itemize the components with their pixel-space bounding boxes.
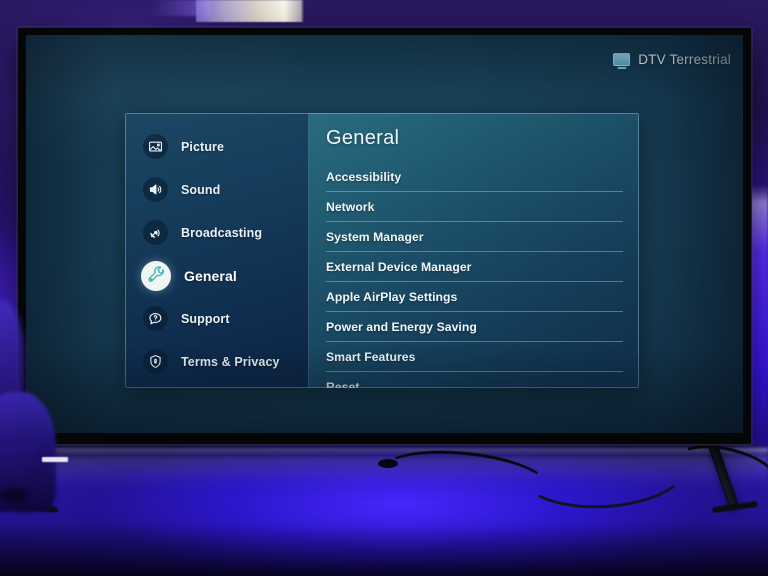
tv-screen: DTV Terrestrial Picture Sound Broadcasti… [26, 35, 743, 433]
option-smart-features[interactable]: Smart Features [326, 342, 623, 372]
desk-foreground-shadow [0, 524, 768, 576]
page-title: General [326, 127, 400, 149]
television: DTV Terrestrial Picture Sound Broadcasti… [17, 27, 752, 445]
top-light-spill [196, 0, 304, 22]
option-system-manager[interactable]: System Manager [326, 222, 623, 252]
sidebar-item-support[interactable]: Support [125, 297, 309, 340]
settings-panel: Picture Sound Broadcasting General Suppo… [125, 113, 639, 388]
sidebar-item-sound[interactable]: Sound [125, 168, 309, 211]
photo-of-tv-scene: DTV Terrestrial Picture Sound Broadcasti… [0, 0, 768, 576]
option-label: External Device Manager [326, 259, 472, 274]
sidebar-item-label: Sound [181, 182, 221, 197]
sidebar-item-label: Picture [181, 139, 225, 154]
settings-sidebar: Picture Sound Broadcasting General Suppo… [125, 113, 309, 388]
sidebar-item-general[interactable]: General [125, 254, 309, 297]
option-power-and-energy-saving[interactable]: Power and Energy Saving [326, 312, 623, 342]
shield-lock-icon [143, 349, 168, 374]
option-accessibility[interactable]: Accessibility [326, 162, 623, 192]
option-label: Accessibility [326, 169, 402, 184]
picture-icon [143, 134, 168, 159]
source-badge: DTV Terrestrial [613, 52, 731, 67]
option-label: Reset [326, 379, 360, 389]
white-reflection-chip [42, 457, 68, 462]
option-reset[interactable]: Reset [326, 372, 623, 389]
option-label: Smart Features [326, 349, 416, 364]
sidebar-item-label: General [184, 267, 237, 284]
option-label: Network [326, 199, 375, 214]
option-label: System Manager [326, 229, 424, 244]
sidebar-item-broadcasting[interactable]: Broadcasting [125, 211, 309, 254]
source-label: DTV Terrestrial [638, 52, 731, 67]
settings-option-list: Accessibility Network System Manager Ext… [326, 162, 623, 388]
help-bubble-icon [143, 306, 168, 331]
desk-dark-object [0, 488, 28, 502]
tv-icon [613, 53, 631, 66]
sidebar-item-label: Broadcasting [181, 225, 263, 240]
option-label: Power and Energy Saving [326, 319, 477, 334]
option-label: Apple AirPlay Settings [326, 289, 458, 304]
cable-grommet [378, 459, 398, 468]
sidebar-item-label: Terms & Privacy [181, 354, 280, 369]
settings-content: General Accessibility Network System Man… [309, 113, 639, 388]
sidebar-item-label: Support [181, 311, 230, 326]
satellite-icon [143, 220, 168, 245]
sidebar-item-terms-privacy[interactable]: Terms & Privacy [125, 340, 309, 383]
speaker-icon [143, 177, 168, 202]
option-apple-airplay-settings[interactable]: Apple AirPlay Settings [326, 282, 623, 312]
sidebar-item-picture[interactable]: Picture [125, 125, 309, 168]
option-external-device-manager[interactable]: External Device Manager [326, 252, 623, 282]
wrench-icon [141, 260, 171, 291]
option-network[interactable]: Network [326, 192, 623, 222]
